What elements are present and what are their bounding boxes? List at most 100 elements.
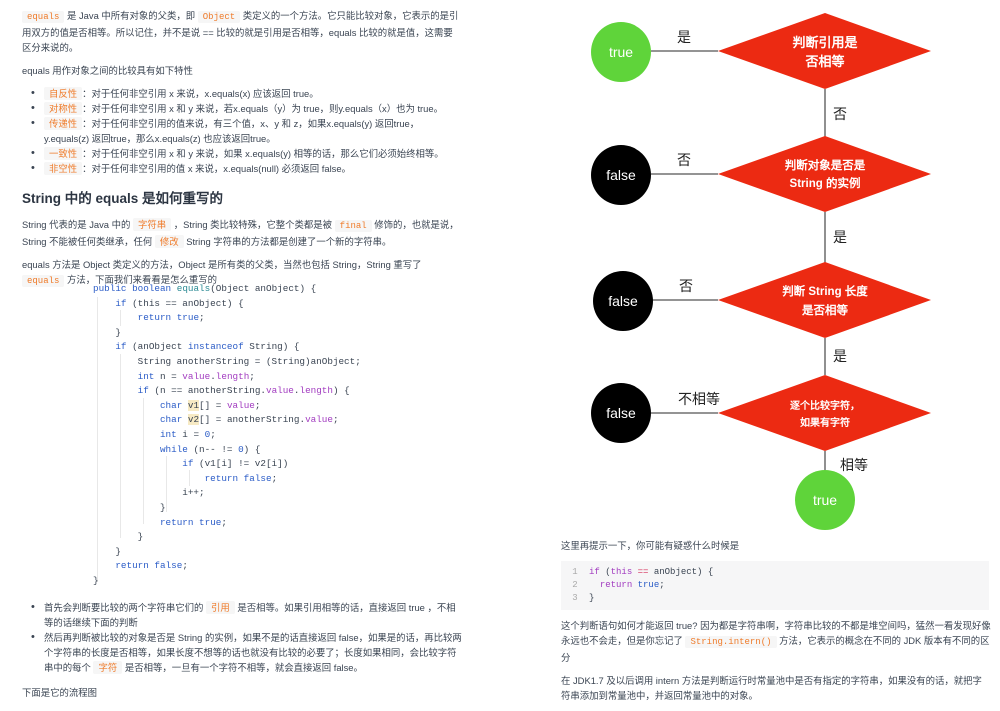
terminal-label: false	[606, 167, 636, 183]
property-name: 自反性	[44, 87, 83, 100]
java-code-block: public boolean equals(Object anObject) {…	[93, 282, 361, 588]
text: ，String 类比较特殊，它整个类都是被	[171, 219, 335, 230]
right-article: 这里再提示一下，你可能有疑惑什么时候是 1 if (this == anObjec…	[561, 538, 991, 711]
intro-paragraph: equals 是 Java 中所有对象的父类，即 Object 类定义的一个方法…	[22, 8, 462, 55]
code-line: char v2[] = anotherString.value;	[159, 414, 339, 426]
line-number: 2	[572, 580, 578, 590]
code-line: }	[93, 501, 166, 513]
jdk-paragraph: 在 JDK1.7 及以后调用 intern 方法是判断运行时常量池中是否有指定的…	[561, 675, 982, 701]
edge-label: 是	[833, 348, 847, 364]
code-line: }	[93, 531, 144, 543]
text: equals 方法是 Object 类定义的方法，Object 是所有类的父类，…	[22, 259, 422, 270]
code-text: }	[589, 593, 595, 603]
code-line: }	[93, 545, 121, 557]
terminal-label: true	[813, 492, 837, 508]
code-line: String anotherString = (String)anObject;	[93, 355, 361, 367]
code-line: return true;	[159, 516, 227, 528]
string-paragraph: String 代表的是 Java 中的 字符串 ，String 类比较特殊，它整…	[22, 217, 462, 249]
edge-label: 否	[677, 152, 691, 168]
code-line: }	[93, 574, 99, 586]
code-line: if (this == anObject) {	[115, 297, 244, 309]
decision-text: 如果有字符	[800, 416, 850, 429]
property-text: ：对于任何非空引用的值 x 来说，x.equals(null) 必须返回 fal…	[82, 163, 351, 174]
decision-text: String 的实例	[790, 176, 861, 190]
code-line: if (v1[i] != v2[i])	[182, 458, 289, 470]
terminal-label: false	[606, 405, 636, 421]
text: 首先会判断要比较的两个字符串它们的	[44, 602, 206, 613]
text: 是否相等，一旦有一个字符不相等，就会直接返回 false。	[122, 662, 363, 673]
property-text: ：对于任何非空引用的值来说，有三个值，x、y 和 z，如果x.equals(y)…	[44, 118, 420, 144]
decision-text: 判断 String 长度	[782, 284, 868, 298]
decision-diamond	[718, 13, 931, 89]
code-line: public boolean equals(Object anObject) {	[93, 283, 317, 294]
inline-code-object: Object	[197, 11, 241, 23]
code-line: 2 return true;	[561, 579, 989, 592]
property-item: 一致性：对于任何非空引用 x 和 y 来说，如果 x.equals(y) 相等的…	[31, 146, 462, 161]
section-heading: String 中的 equals 是如何重写的	[22, 191, 224, 206]
flow-caption: 下面是它的流程图	[22, 687, 98, 698]
property-name: 传递性	[44, 117, 83, 130]
equals-flowchart: 判断引用是 否相等 判断对象是否是 String 的实例 判断 String 长…	[591, 13, 931, 530]
decision-text: 判断引用是	[792, 35, 858, 50]
code-text: return true;	[599, 580, 665, 590]
code-line: 1 if (this == anObject) {	[561, 566, 989, 579]
inline-code-intern: String.intern()	[685, 636, 777, 648]
property-name: 对称性	[44, 102, 83, 115]
terminal-label: false	[608, 293, 638, 309]
explanation-item: 首先会判断要比较的两个字符串它们的 引用 是否相等。如果引用相等的话，直接返回 …	[31, 600, 462, 630]
decision-text: 否相等	[804, 54, 844, 69]
code-text: if (this == anObject) {	[589, 567, 714, 577]
inline-code-final: final	[334, 220, 372, 232]
decision-text: 判断对象是否是	[785, 158, 866, 172]
inline-code-equals: equals	[22, 11, 65, 23]
highlight-string: 字符串	[132, 218, 172, 231]
code-line: int n = value.length;	[137, 370, 255, 382]
decision-text: 逐个比较字符，	[790, 399, 860, 412]
code-line: if (n == anotherString.value.length) {	[137, 385, 350, 397]
highlight-reference: 引用	[205, 601, 235, 614]
code-line: i++;	[93, 487, 205, 499]
highlight-char: 字符	[93, 661, 123, 674]
decision-text: 是否相等	[801, 303, 848, 317]
code-line: return false;	[204, 472, 278, 484]
property-item: 非空性：对于任何非空引用的值 x 来说，x.equals(null) 必须返回 …	[31, 161, 462, 176]
property-text: ：对于任何非空引用 x 和 y 来说，若x.equals（y）为 true，则y…	[82, 103, 443, 114]
code-line: return false;	[115, 560, 188, 572]
property-item: 对称性：对于任何非空引用 x 和 y 来说，若x.equals（y）为 true…	[31, 101, 462, 116]
edge-label: 否	[679, 278, 693, 294]
intern-paragraph: 这个判断语句如何才能返回 true? 因为都是字符串啊，字符串比较的不都是堆空间…	[561, 618, 991, 665]
code-line: while (n-- != 0) {	[159, 443, 261, 455]
text: String 代表的是 Java 中的	[22, 219, 133, 230]
code-line: 3}	[561, 592, 989, 605]
edge-label: 否	[833, 106, 847, 122]
decision-diamond	[718, 375, 931, 451]
property-item: 自反性：对于任何非空引用 x 来说，x.equals(x) 应该返回 true。	[31, 86, 462, 101]
edge-label: 不相等	[678, 391, 720, 407]
line-number: 1	[572, 567, 578, 577]
property-name: 非空性	[44, 162, 83, 175]
code-line: return true;	[137, 312, 205, 324]
text: String 字符串的方法都是创建了一个新的字符串。	[183, 236, 392, 247]
terminal-label: true	[609, 44, 633, 60]
hint-text: 这里再提示一下，你可能有疑惑什么时候是	[561, 540, 740, 551]
edge-label: 是	[833, 229, 847, 245]
left-article: equals 是 Java 中所有对象的父类，即 Object 类定义的一个方法…	[22, 8, 462, 297]
snippet-code-block: 1 if (this == anObject) { 2 return true; …	[561, 561, 989, 610]
decision-diamond	[718, 136, 931, 212]
decision-diamond	[718, 262, 931, 338]
intro-text-1: 是 Java 中所有对象的父类，即	[64, 10, 198, 21]
property-text: ：对于任何非空引用 x 来说，x.equals(x) 应该返回 true。	[82, 88, 319, 99]
code-line: if (anObject instanceof String) {	[115, 341, 300, 353]
code-line: char v1[] = value;	[159, 399, 261, 411]
properties-intro: equals 用作对象之间的比较具有如下特性	[22, 65, 193, 76]
highlight-modify: 修改	[154, 235, 184, 248]
edge-label: 相等	[840, 457, 868, 473]
explanation-section: 首先会判断要比较的两个字符串它们的 引用 是否相等。如果引用相等的话，直接返回 …	[22, 600, 462, 708]
explanation-list: 首先会判断要比较的两个字符串它们的 引用 是否相等。如果引用相等的话，直接返回 …	[22, 600, 462, 675]
edge-label: 是	[677, 29, 691, 45]
inline-code-equals: equals	[22, 275, 65, 287]
property-text: ：对于任何非空引用 x 和 y 来说，如果 x.equals(y) 相等的话，那…	[82, 148, 444, 159]
property-name: 一致性	[44, 147, 83, 160]
properties-list: 自反性：对于任何非空引用 x 来说，x.equals(x) 应该返回 true。…	[22, 86, 462, 176]
line-number: 3	[572, 593, 578, 603]
